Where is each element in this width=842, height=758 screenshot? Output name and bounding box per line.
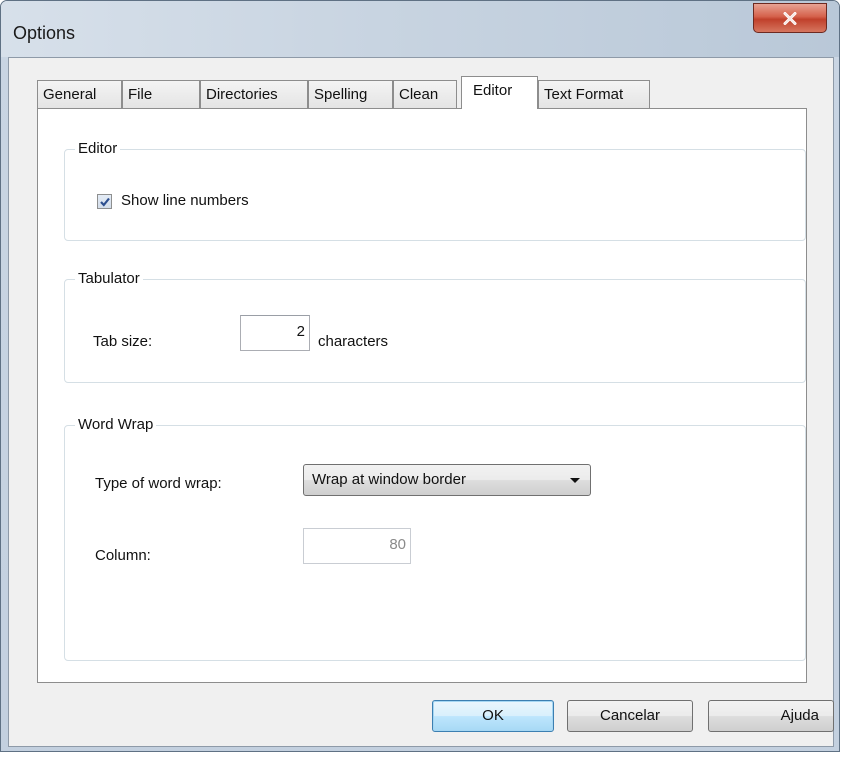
tabulator-group-label: Tabulator bbox=[75, 269, 143, 289]
window-title: Options bbox=[13, 23, 76, 43]
tab-general[interactable]: General bbox=[37, 80, 122, 108]
tab-editor[interactable]: Editor bbox=[461, 76, 538, 109]
close-button[interactable] bbox=[753, 3, 827, 33]
characters-label: characters bbox=[318, 333, 389, 350]
column-input: 80 bbox=[303, 528, 411, 564]
tab-directories[interactable]: Directories bbox=[200, 80, 308, 108]
column-label: Column: bbox=[95, 547, 151, 564]
show-line-numbers-checkbox[interactable] bbox=[97, 194, 112, 209]
dialog-body: General File Directories Spelling Clean … bbox=[8, 57, 834, 747]
ok-button[interactable]: OK bbox=[432, 700, 554, 732]
tab-text-format[interactable]: Text Format bbox=[538, 80, 650, 108]
tab-clean[interactable]: Clean bbox=[393, 80, 457, 108]
word-wrap-group: Word Wrap Type of word wrap: Wrap at win… bbox=[64, 415, 806, 661]
tab-size-input[interactable]: 2 bbox=[240, 315, 310, 351]
tab-size-label: Tab size: bbox=[93, 333, 153, 350]
word-wrap-type-label: Type of word wrap: bbox=[95, 475, 222, 492]
tab-file[interactable]: File bbox=[122, 80, 200, 108]
help-button[interactable]: Ajuda bbox=[708, 700, 834, 732]
word-wrap-group-label: Word Wrap bbox=[75, 415, 157, 435]
word-wrap-type-select[interactable]: Wrap at window border bbox=[303, 464, 591, 496]
cancel-button[interactable]: Cancelar bbox=[567, 700, 693, 732]
editor-group-label: Editor bbox=[75, 139, 121, 159]
close-icon bbox=[783, 11, 797, 25]
title-bar[interactable]: Options bbox=[1, 1, 839, 57]
options-dialog: Options General File Directories Spellin… bbox=[0, 0, 840, 752]
tabulator-group: Tabulator Tab size: 2 characters bbox=[64, 269, 806, 383]
word-wrap-type-value: Wrap at window border bbox=[312, 471, 466, 488]
editor-tab-panel: Editor Show line numbers Tabulator Tab s… bbox=[37, 108, 807, 683]
chevron-down-icon bbox=[570, 478, 580, 483]
show-line-numbers-label[interactable]: Show line numbers bbox=[121, 191, 249, 211]
tab-spelling[interactable]: Spelling bbox=[308, 80, 393, 108]
editor-group: Editor Show line numbers bbox=[64, 139, 806, 241]
